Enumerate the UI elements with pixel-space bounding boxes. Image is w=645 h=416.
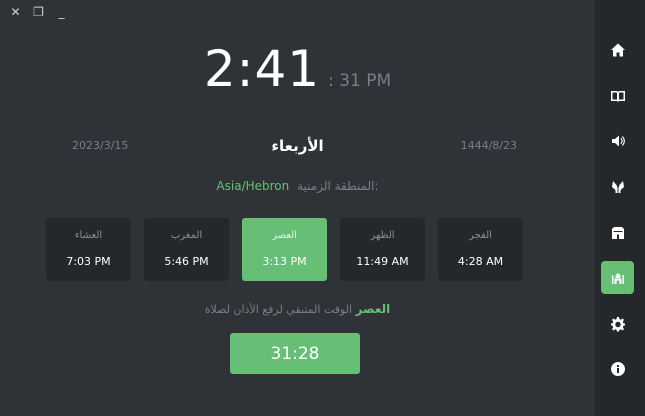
prayer-card-fajr[interactable]: الفجر 4:28 AM [438, 218, 523, 281]
sidebar-item-home[interactable] [601, 33, 634, 66]
prayer-time: 7:03 PM [66, 255, 111, 268]
timezone-row: Asia/Hebron المنطقة الزمنية: [0, 179, 595, 193]
kaaba-icon [611, 226, 624, 239]
hijri-date: 1444/8/23 [460, 139, 517, 152]
prayer-time: 4:28 AM [457, 255, 504, 268]
close-button[interactable]: ✕ [4, 4, 27, 20]
main-panel: ✕ ❐ _ 2:41 : 31 PM 2023/3/15 الأربعاء 14… [0, 0, 595, 416]
prayer-time: 5:46 PM [164, 255, 209, 268]
prayer-name: العصر [272, 230, 297, 241]
date-row: 2023/3/15 الأربعاء 1444/8/23 [0, 137, 595, 157]
window-controls: ✕ ❐ _ [4, 4, 73, 20]
remaining-label-row: العصر الوقت المتبقي لرفع الأذان لصلاة [0, 302, 595, 316]
sidebar-item-settings[interactable] [601, 307, 634, 340]
sidebar-item-qibla[interactable] [601, 216, 634, 249]
speaker-icon [611, 135, 625, 146]
prayer-cards: العشاء 7:03 PM المغرب 5:46 PM العصر 3:13… [46, 218, 523, 281]
clock: 2:41 : 31 PM [0, 40, 595, 98]
prayer-card-dhuhr[interactable]: الظهر 11:49 AM [340, 218, 425, 281]
mosque-icon [611, 270, 624, 284]
remaining-prayer-name: العصر [355, 302, 391, 316]
prayer-name: الفجر [469, 230, 492, 241]
sidebar [595, 0, 645, 416]
minimize-button[interactable]: _ [50, 4, 73, 20]
quran-book-icon [610, 90, 625, 102]
sidebar-item-adhan[interactable] [601, 124, 634, 157]
prayer-card-isha[interactable]: العشاء 7:03 PM [46, 218, 131, 281]
info-icon [610, 361, 625, 376]
praying-hands-icon [611, 180, 624, 193]
prayer-name: المغرب [170, 230, 203, 241]
prayer-time: 3:13 PM [262, 255, 307, 268]
timezone-label: المنطقة الزمنية: [297, 179, 379, 193]
remaining-label: الوقت المتبقي لرفع الأذان لصلاة [204, 303, 353, 316]
home-icon [610, 43, 625, 56]
sidebar-item-prayer-times[interactable] [601, 261, 634, 294]
sidebar-item-quran[interactable] [601, 79, 634, 112]
countdown-timer: 31:28 [230, 333, 360, 374]
timezone-value: Asia/Hebron [216, 179, 290, 193]
prayer-card-asr[interactable]: العصر 3:13 PM [242, 218, 327, 281]
sidebar-item-dua[interactable] [601, 170, 634, 203]
prayer-name: العشاء [74, 230, 103, 241]
sidebar-item-about[interactable] [601, 352, 634, 385]
clock-seconds: : 31 PM [328, 71, 392, 91]
gear-icon [610, 316, 625, 331]
clock-time: 2:41 [203, 40, 321, 98]
prayer-name: الظهر [370, 230, 395, 241]
prayer-card-maghrib[interactable]: المغرب 5:46 PM [144, 218, 229, 281]
prayer-time: 11:49 AM [356, 255, 409, 268]
restore-button[interactable]: ❐ [27, 4, 50, 20]
